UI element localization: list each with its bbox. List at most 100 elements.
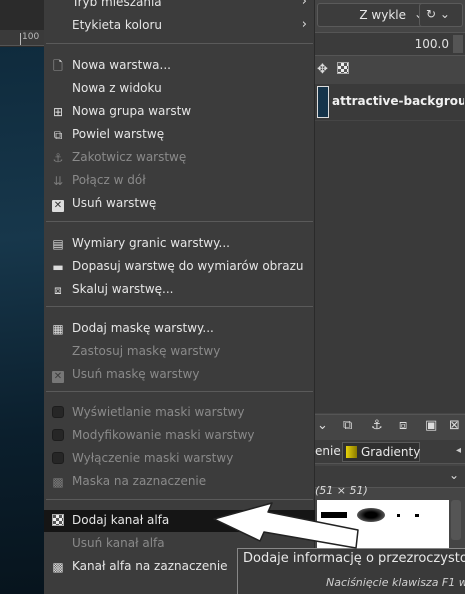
menu-item-new-from-visible[interactable]: Nowa z widoku	[44, 78, 315, 100]
layers-toolbar: ⌄ ⧉ ⚓ ⧈ ▣ ⊠	[315, 414, 465, 438]
opacity-stepper[interactable]	[453, 35, 463, 53]
brush-item[interactable]	[397, 514, 400, 517]
tooltip-hint: Naciśnięcie klawisza F1 w	[326, 576, 465, 589]
reset-mode-button[interactable]: ↻ ⌄	[419, 3, 463, 27]
menu-separator	[46, 499, 313, 500]
scale-icon: ⧈	[54, 283, 62, 297]
menu-separator	[46, 221, 313, 222]
checkbox-icon	[51, 406, 65, 420]
alpha-selection-icon: ▩	[52, 560, 64, 574]
menu-item-new-layer-group[interactable]: ⊞ Nowa grupa warstw	[44, 101, 315, 123]
add-mask-icon: ▦	[52, 322, 64, 336]
layer-mode-select[interactable]: Z wykle ⌄	[317, 3, 431, 27]
menu-item-label: Połącz w dół	[72, 173, 146, 187]
tab-brushes[interactable]: enie	[315, 442, 341, 462]
lock-alpha-icon[interactable]	[337, 62, 349, 78]
checkbox-icon	[51, 452, 65, 466]
layer-name: attractive-background	[332, 94, 464, 108]
menu-item-merge-down[interactable]: ⇊ Połącz w dół	[44, 170, 315, 192]
tab-gradients-label: Gradienty	[361, 445, 421, 459]
menu-item-color-tag[interactable]: Etykieta koloru ›	[44, 15, 315, 37]
delete-icon: ✕	[52, 371, 64, 383]
menu-item-label: Wymiary granic warstwy...	[72, 236, 230, 250]
layer-list	[315, 121, 465, 413]
menu-item-scale-layer[interactable]: ⧈ Skaluj warstwę...	[44, 279, 315, 301]
checkbox-icon	[51, 429, 65, 443]
menu-item-apply-layer-mask[interactable]: Zastosuj maskę warstwy	[44, 341, 315, 363]
menu-item-delete-layer-mask[interactable]: ✕ Usuń maskę warstwy	[44, 364, 315, 386]
boundary-icon: ▤	[52, 237, 64, 251]
menu-item-label: Wyłączenie maski warstwy	[72, 451, 234, 465]
menu-item-label: Kanał alfa na zaznaczenie	[72, 559, 228, 573]
menu-item-layer-boundary[interactable]: ▤ Wymiary granic warstwy...	[44, 233, 315, 255]
brush-grid[interactable]	[317, 500, 449, 552]
anchor-icon[interactable]: ⚓	[371, 418, 383, 433]
menu-item-add-layer-mask[interactable]: ▦ Dodaj maskę warstwy...	[44, 318, 315, 340]
menu-item-blend-mode[interactable]: Tryb mieszania ›	[44, 0, 315, 14]
layers-dock: Z wykle ⌄ ↻ ⌄ 100.0 ✥ attractive-backgro…	[315, 0, 465, 594]
layer-thumbnail	[317, 86, 329, 118]
menu-item-label: Modyfikowanie maski warstwy	[72, 428, 255, 442]
brush-item[interactable]	[357, 508, 385, 522]
lock-position-icon[interactable]: ✥	[317, 62, 328, 77]
layer-mode-value: Z wykle	[359, 8, 406, 22]
menu-separator	[46, 43, 313, 44]
menu-item-mask-to-selection[interactable]: ▩ Maska na zaznaczenie	[44, 471, 315, 493]
delete-icon[interactable]: ⊠	[449, 418, 460, 433]
menu-item-label: Usuń maskę warstwy	[72, 367, 200, 381]
menu-item-layer-to-image-size[interactable]: ▬ Dopasuj warstwę do wymiarów obrazu	[44, 256, 315, 278]
mode-row: Z wykle ⌄ ↻ ⌄	[315, 0, 465, 30]
menu-item-label: Powiel warstwę	[72, 127, 165, 141]
menu-item-delete-layer[interactable]: ✕ Usuń warstwę	[44, 193, 315, 215]
delete-icon: ✕	[52, 200, 64, 212]
tab-menu-icon[interactable]: ◂	[456, 445, 461, 456]
menu-item-show-layer-mask[interactable]: Wyświetlanie maski warstwy	[44, 402, 315, 424]
horizontal-ruler: 100	[0, 30, 46, 46]
menu-item-label: Wyświetlanie maski warstwy	[72, 405, 245, 419]
merge-down-icon[interactable]: ⧈	[399, 418, 407, 433]
reset-icon: ↻ ⌄	[426, 7, 450, 21]
merge-down-icon: ⇊	[52, 174, 64, 188]
brush-item[interactable]	[321, 512, 347, 518]
menu-item-label: Etykieta koloru	[72, 18, 163, 32]
menu-item-label: Dodaj kanał alfa	[72, 513, 170, 527]
tooltip-text: Dodaje informację o przezroczystości	[243, 551, 465, 566]
duplicate-icon[interactable]: ⧉	[343, 418, 352, 433]
menu-item-new-layer[interactable]: 🗋 Nowa warstwa...	[44, 55, 315, 77]
lock-row: ✥	[315, 60, 465, 80]
layer-context-menu: Tryb mieszania › Etykieta koloru › 🗋 Now…	[44, 0, 315, 594]
menu-item-label: Usuń warstwę	[72, 196, 157, 210]
fit-image-icon: ▬	[52, 260, 64, 274]
mask-icon[interactable]: ▣	[425, 418, 437, 433]
tab-gradients[interactable]: Gradienty	[342, 442, 420, 462]
ruler-mark	[20, 33, 21, 45]
menu-item-label: Nowa warstwa...	[72, 58, 171, 72]
opacity-value: 100.0	[414, 37, 449, 51]
ruler-label: 100	[22, 32, 40, 42]
new-group-icon: ⊞	[52, 105, 64, 119]
chevron-right-icon: ›	[301, 17, 307, 32]
chevron-down-icon: ⌄	[448, 468, 459, 482]
menu-item-edit-layer-mask[interactable]: Modyfikowanie maski warstwy	[44, 425, 315, 447]
menu-item-label: Maska na zaznaczenie	[72, 474, 207, 488]
menu-item-label: Skaluj warstwę...	[72, 282, 174, 296]
menu-item-anchor-layer[interactable]: ⚓ Zakotwicz warstwę	[44, 147, 315, 169]
menu-item-duplicate-layer[interactable]: ⧉ Powiel warstwę	[44, 124, 315, 146]
brush-size: (51 × 51)	[315, 484, 368, 497]
menu-item-label: Nowa z widoku	[72, 81, 162, 95]
duplicate-icon: ⧉	[53, 128, 63, 142]
image-canvas[interactable]	[0, 47, 46, 594]
opacity-field[interactable]: 100.0	[315, 32, 465, 56]
brush-item[interactable]	[415, 514, 419, 517]
menu-separator	[46, 306, 313, 307]
menu-item-add-alpha-channel[interactable]: Dodaj kanał alfa	[44, 510, 315, 532]
chevron-down-icon[interactable]: ⌄	[317, 418, 328, 433]
layer-item[interactable]: attractive-background	[315, 84, 465, 120]
brush-scrollbar[interactable]	[451, 500, 461, 540]
chevron-right-icon: ›	[301, 0, 307, 9]
menu-item-label: Zakotwicz warstwę	[72, 150, 187, 164]
gradient-icon	[346, 446, 357, 458]
menu-item-disable-layer-mask[interactable]: Wyłączenie maski warstwy	[44, 448, 315, 470]
menu-item-label: Tryb mieszania	[72, 0, 162, 9]
menu-item-label: Nowa grupa warstw	[72, 104, 192, 118]
